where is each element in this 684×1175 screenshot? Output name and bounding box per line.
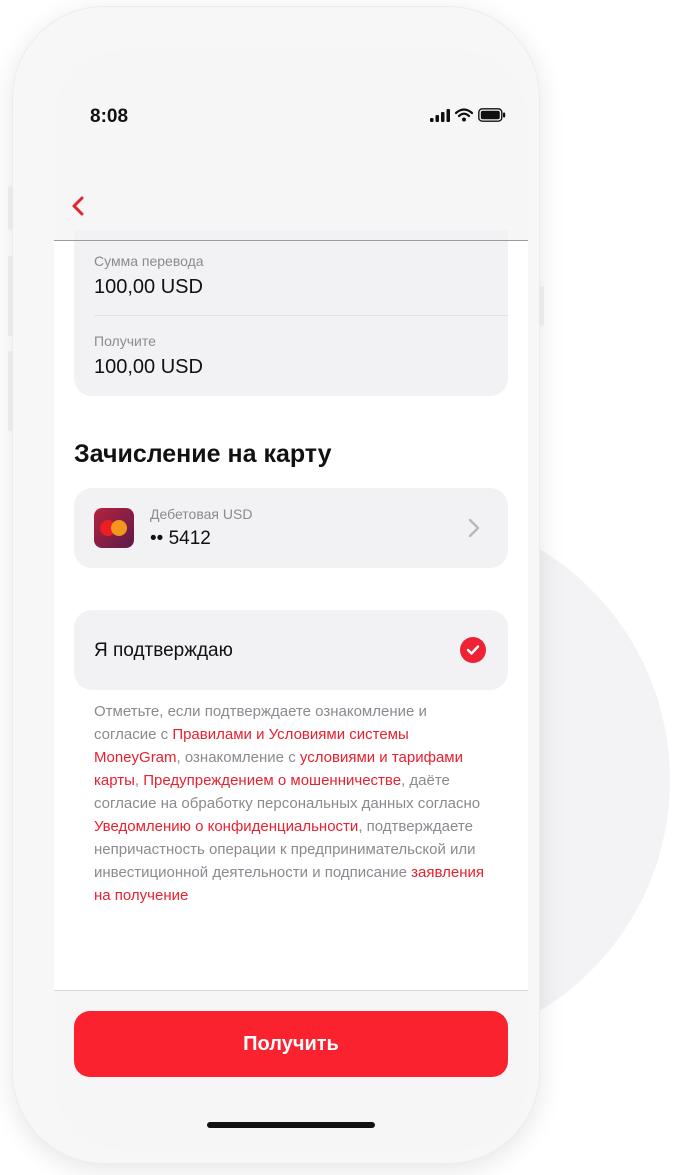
status-time: 8:08 [90,106,129,127]
chevron-left-icon [72,196,84,216]
legal-text-part: , [134,772,144,789]
amount-label: Сумма перевода [94,253,204,269]
power-button [539,286,544,326]
back-button[interactable] [66,194,90,218]
volume-up-button [8,256,13,336]
status-icons [430,108,506,122]
receive-value: 100,00 USD [94,356,203,378]
app-screen: 8:08 Сумма перевода 100,00 USD Получите … [54,50,528,1150]
summary-divider [94,315,508,316]
confirm-toggle[interactable]: Я подтверждаю [74,610,508,690]
header-divider [54,240,528,241]
card-name: Дебетовая USD [150,506,253,522]
privacy-notice-link[interactable]: Уведомлению о конфиденциальности [94,818,358,835]
legal-text: Отметьте, если подтверждаете ознакомлени… [94,700,484,907]
card-selector[interactable]: Дебетовая USD •• 5412 [74,488,508,568]
section-title: Зачисление на карту [74,440,332,468]
chevron-right-icon [468,518,480,538]
phone-frame: 8:08 Сумма перевода 100,00 USD Получите … [8,6,544,1164]
wifi-icon [455,108,473,122]
legal-text-part: , ознакомление с [176,749,300,766]
receive-button[interactable]: Получить [74,1011,508,1077]
amount-value: 100,00 USD [94,276,203,298]
home-indicator [207,1122,375,1128]
mastercard-logo [94,508,134,548]
volume-down-button [8,351,13,431]
header-area [54,50,528,240]
battery-icon [478,108,506,122]
fraud-warning-link[interactable]: Предупреждением о мошенничестве [143,772,401,789]
mute-switch [8,186,13,230]
confirm-label: Я подтверждаю [94,640,233,661]
checkmark-icon[interactable] [460,637,486,663]
receive-label: Получите [94,333,156,349]
card-number: •• 5412 [150,528,211,549]
transfer-summary-card: Сумма перевода 100,00 USD Получите 100,0… [74,230,508,396]
cellular-signal-icon [430,108,450,122]
